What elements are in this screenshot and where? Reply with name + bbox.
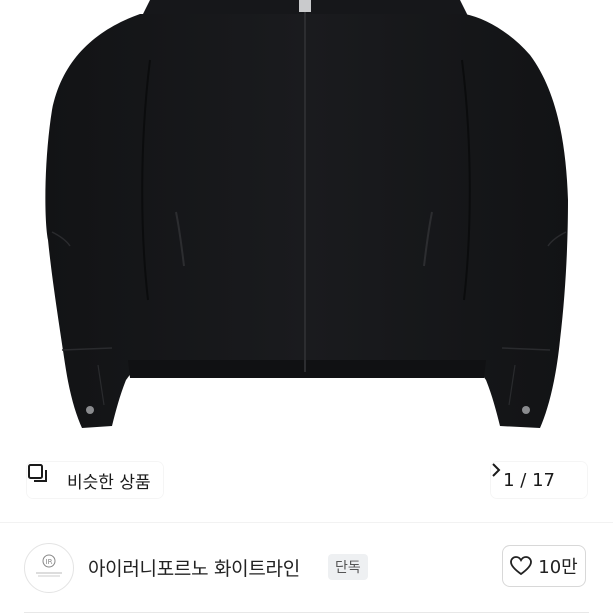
- black-jacket-image: [45, 0, 569, 428]
- like-button[interactable]: 10만: [502, 545, 586, 587]
- like-count: 10만: [538, 557, 578, 578]
- page-separator: /: [514, 469, 533, 491]
- brand-logo: IR: [36, 554, 62, 577]
- similar-items-label: 비슷한 상품: [67, 472, 151, 493]
- similar-items-icon: [28, 464, 59, 491]
- product-image[interactable]: 비슷한 상품 1 / 17: [0, 0, 613, 522]
- exclusive-badge: 단독: [328, 554, 368, 580]
- svg-text:IR: IR: [46, 558, 53, 566]
- total-pages: 17: [532, 469, 555, 491]
- chevron-right-icon[interactable]: [492, 463, 575, 488]
- current-page: 1: [503, 469, 515, 491]
- shop-bar: IR 아이러니포르노 화이트라인 단독 10만: [0, 522, 613, 613]
- image-page-counter[interactable]: 1 / 17: [491, 462, 587, 498]
- page-indicator: 1 / 17: [503, 470, 555, 491]
- similar-items-button[interactable]: 비슷한 상품: [27, 462, 163, 498]
- shop-name[interactable]: 아이러니포르노 화이트라인: [88, 554, 300, 581]
- shop-avatar[interactable]: IR: [24, 543, 74, 593]
- heart-icon: [510, 556, 533, 576]
